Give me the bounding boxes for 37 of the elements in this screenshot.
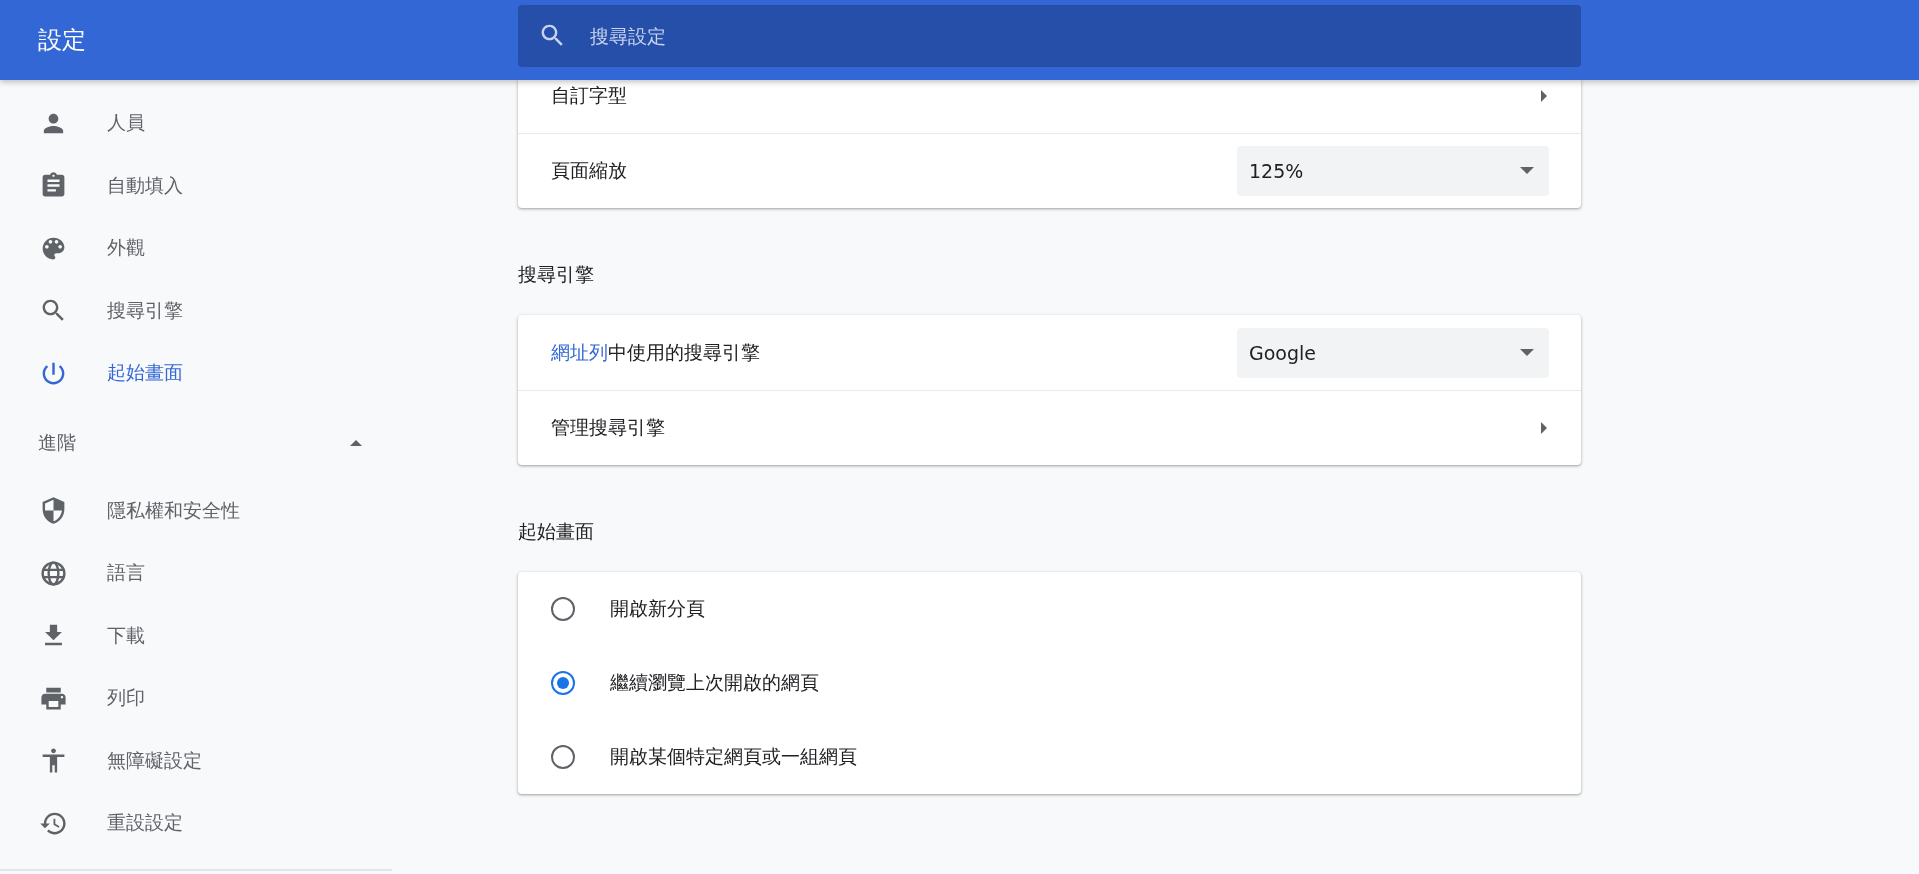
dropdown[interactable]: Google xyxy=(1237,327,1549,378)
caret-icon xyxy=(348,437,364,448)
page-title: 設定 xyxy=(37,25,87,56)
radio-option[interactable]: 繼續瀏覽上次開啟的網頁 xyxy=(518,646,1581,720)
sidebar-item[interactable]: 起始畫面 xyxy=(0,342,392,405)
caret-icon xyxy=(1519,347,1535,358)
sidebar-item[interactable]: 列印 xyxy=(0,667,392,730)
row-label: 自訂字型 xyxy=(551,83,627,106)
settings-row[interactable]: 管理搜尋引擎 xyxy=(518,390,1581,465)
sidebar-item[interactable]: 自動填入 xyxy=(0,154,392,217)
caret-icon xyxy=(1519,166,1535,176)
radio-button[interactable] xyxy=(551,597,575,621)
sidebar-item[interactable]: 語言 xyxy=(0,542,392,605)
section-heading: 起始畫面 xyxy=(518,519,594,543)
section-heading: 搜尋引擎 xyxy=(518,262,594,286)
globe-icon xyxy=(39,558,68,588)
radio-option[interactable]: 開啟某個特定網頁或一組網頁 xyxy=(518,720,1581,794)
advanced-toggle[interactable]: 進階 xyxy=(0,417,392,468)
sidebar-item[interactable]: 下載 xyxy=(0,604,392,667)
settings-row[interactable]: 自訂字型 xyxy=(518,80,1581,133)
sidebar-item[interactable]: 人員 xyxy=(0,92,392,155)
sidebar-item[interactable]: 外觀 xyxy=(0,217,392,280)
row-label: 管理搜尋引擎 xyxy=(551,416,665,438)
arrow-icon xyxy=(1539,421,1549,435)
arrow-icon xyxy=(1539,88,1549,103)
sidebar-item[interactable]: 無障礙設定 xyxy=(0,729,392,792)
row-label: 網址列中使用的搜尋引擎 xyxy=(551,340,760,363)
link[interactable]: 網址列 xyxy=(551,340,608,363)
radio-button[interactable] xyxy=(551,671,575,695)
sidebar-item[interactable]: 搜尋引擎 xyxy=(0,279,392,342)
search-field[interactable]: 搜尋設定 xyxy=(518,5,1581,67)
sidebar-item[interactable]: 隱私權和安全性 xyxy=(0,479,392,542)
radio-option[interactable]: 開啟新分頁 xyxy=(518,572,1581,646)
radio-button[interactable] xyxy=(551,745,575,769)
row-label: 頁面縮放 xyxy=(551,159,627,181)
sidebar-item[interactable]: 重設設定 xyxy=(0,792,392,855)
dropdown[interactable]: 125% xyxy=(1237,146,1549,196)
